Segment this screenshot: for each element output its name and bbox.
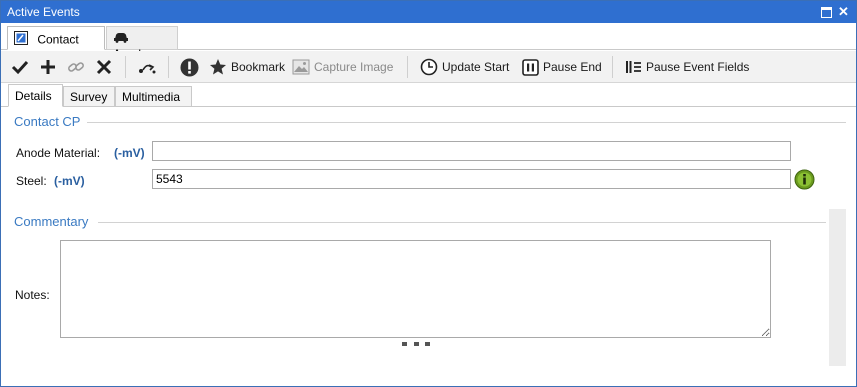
toolbar-separator bbox=[612, 56, 613, 78]
tab-contact-cp[interactable]: Contact CP bbox=[7, 26, 105, 63]
maximize-button[interactable] bbox=[821, 7, 832, 18]
capture-image-label: Capture Image bbox=[314, 60, 394, 74]
steel-input[interactable] bbox=[152, 169, 791, 189]
document-tabs: Contact CP Anode bbox=[1, 23, 856, 63]
capture-image-button[interactable]: Capture Image bbox=[292, 57, 393, 77]
route-button[interactable] bbox=[137, 57, 157, 77]
contact-cp-section-title: Contact CP bbox=[14, 114, 81, 129]
tab-anode[interactable]: Anode bbox=[106, 26, 178, 61]
pause-fields-icon bbox=[626, 61, 641, 73]
resize-grip[interactable] bbox=[402, 342, 430, 346]
notes-textarea[interactable] bbox=[60, 240, 771, 338]
accept-button[interactable] bbox=[11, 57, 29, 77]
toolbar: Bookmark Capture Image Update Start Paus… bbox=[1, 51, 856, 83]
scrollbar[interactable] bbox=[829, 209, 846, 366]
anode-material-label: Anode Material: bbox=[16, 146, 101, 160]
vehicle-icon bbox=[113, 31, 129, 46]
pause-icon bbox=[522, 58, 539, 76]
tab-multimedia[interactable]: Multimedia bbox=[115, 86, 192, 107]
steel-label: Steel: bbox=[16, 174, 47, 188]
alert-button[interactable] bbox=[180, 57, 199, 77]
tab-details[interactable]: Details bbox=[8, 84, 63, 107]
section-divider bbox=[87, 122, 846, 123]
window-title: Active Events bbox=[7, 5, 80, 19]
tab-multimedia-label: Multimedia bbox=[122, 90, 181, 104]
pause-end-label: Pause End bbox=[543, 60, 602, 74]
link-icon bbox=[68, 62, 84, 72]
contact-cp-icon bbox=[14, 31, 28, 48]
check-icon bbox=[11, 60, 29, 75]
pause-event-fields-button[interactable]: Pause Event Fields bbox=[625, 57, 749, 77]
toolbar-separator bbox=[407, 56, 408, 78]
steel-unit: (-mV) bbox=[54, 174, 85, 188]
active-events-window: Active Events ✕ Contact CP Anode bbox=[0, 0, 857, 387]
anode-material-input[interactable] bbox=[152, 141, 791, 161]
bookmark-button[interactable]: Bookmark bbox=[209, 57, 285, 77]
toolbar-separator bbox=[125, 56, 126, 78]
detail-tabs: Details Survey Multimedia bbox=[1, 84, 856, 107]
x-icon bbox=[96, 59, 112, 75]
info-icon[interactable] bbox=[794, 169, 815, 190]
anode-material-unit: (-mV) bbox=[114, 146, 145, 160]
delete-button[interactable] bbox=[95, 57, 113, 77]
title-bar: Active Events ✕ bbox=[1, 1, 856, 23]
update-start-button[interactable]: Update Start bbox=[420, 57, 509, 77]
tab-survey-label: Survey bbox=[70, 90, 108, 104]
tab-details-label: Details bbox=[15, 89, 52, 103]
commentary-section-title: Commentary bbox=[14, 214, 89, 229]
tab-survey[interactable]: Survey bbox=[63, 86, 115, 107]
route-icon bbox=[139, 64, 156, 74]
exclamation-icon bbox=[180, 58, 199, 76]
pause-end-button[interactable]: Pause End bbox=[522, 57, 602, 77]
add-button[interactable] bbox=[39, 57, 57, 77]
pause-event-fields-label: Pause Event Fields bbox=[646, 60, 750, 74]
plus-icon bbox=[41, 60, 55, 74]
link-button[interactable] bbox=[67, 57, 85, 77]
update-start-label: Update Start bbox=[442, 60, 510, 74]
section-divider bbox=[98, 222, 826, 223]
image-icon bbox=[292, 59, 310, 75]
clock-icon bbox=[420, 58, 438, 76]
star-icon bbox=[210, 59, 226, 75]
notes-label: Notes: bbox=[15, 288, 50, 302]
toolbar-separator bbox=[168, 56, 169, 78]
close-button[interactable]: ✕ bbox=[837, 5, 850, 18]
bookmark-label: Bookmark bbox=[231, 60, 286, 74]
